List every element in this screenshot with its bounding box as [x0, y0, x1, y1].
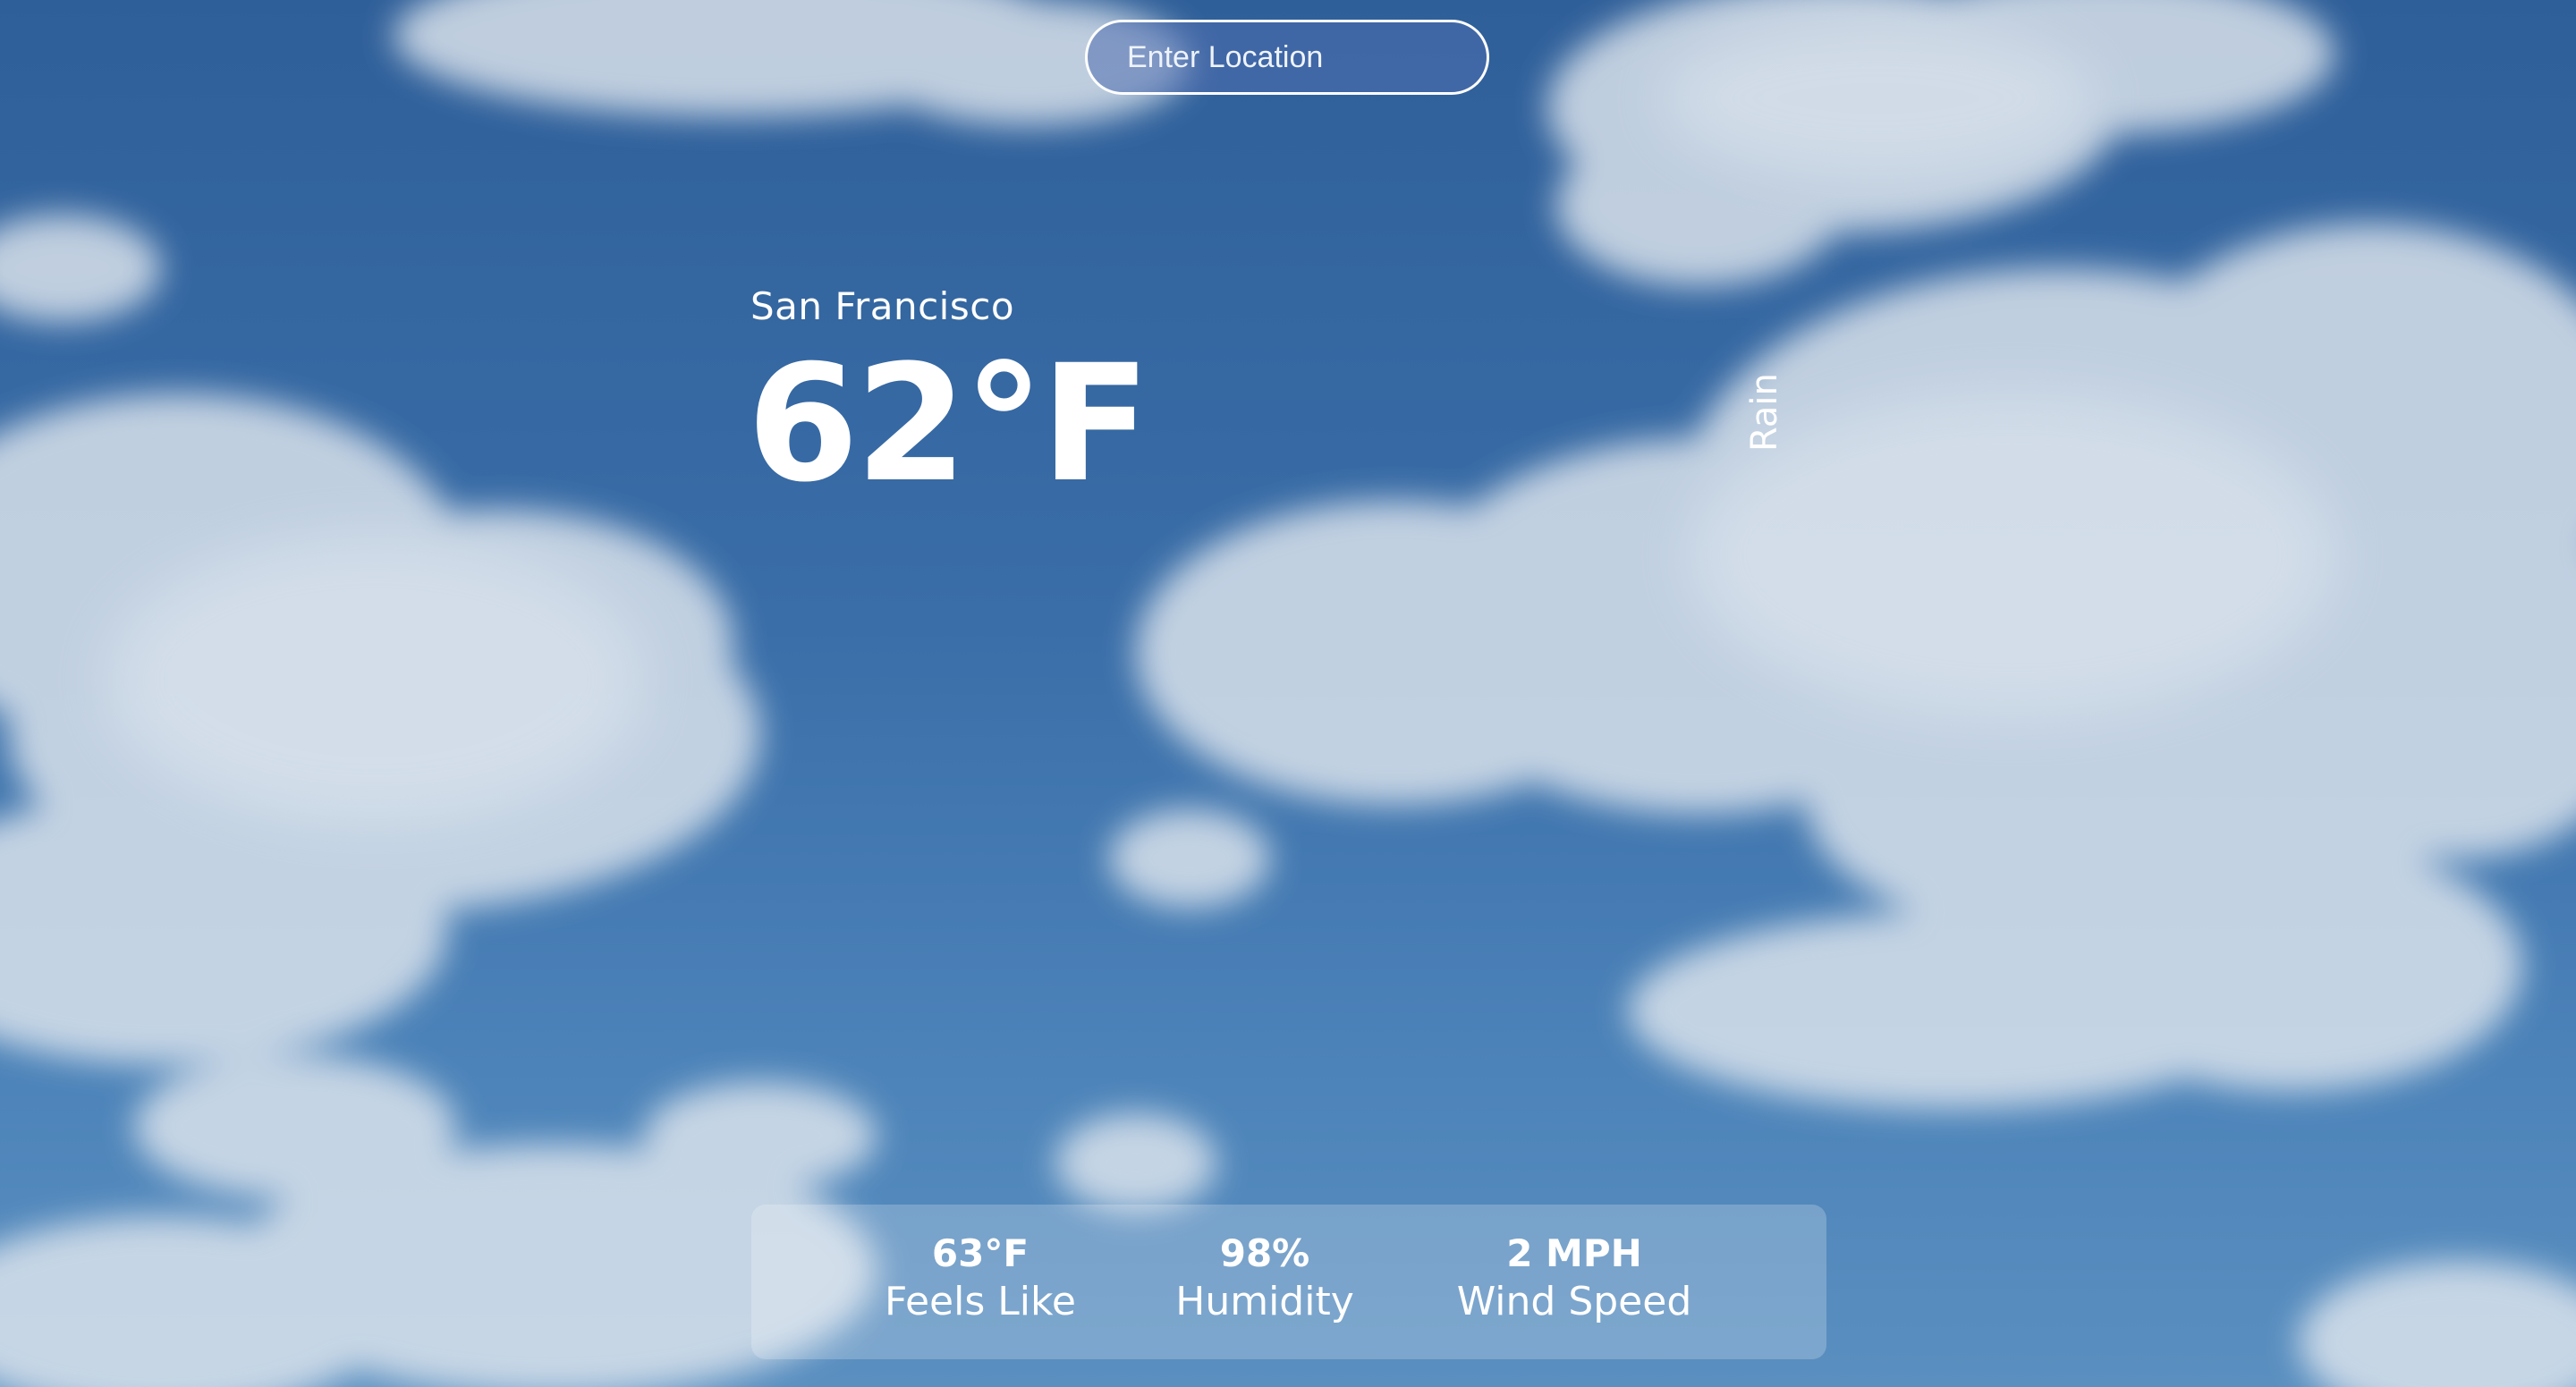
- feels-like-value: 63°F: [931, 1231, 1030, 1275]
- location-search-input[interactable]: [1085, 20, 1489, 95]
- current-temperature: 62°F: [747, 331, 1150, 518]
- humidity-value: 98%: [1219, 1231, 1310, 1275]
- weather-stats-panel: 63°F Feels Like 98% Humidity 2 MPH Wind …: [751, 1205, 1826, 1359]
- feels-like-label: Feels Like: [885, 1279, 1076, 1325]
- city-name: San Francisco: [750, 284, 1015, 328]
- cloudy-sky-background: [0, 0, 2576, 1387]
- wind-speed-stat: 2 MPH Wind Speed: [1457, 1231, 1692, 1328]
- location-search: [1085, 20, 1489, 95]
- humidity-label: Humidity: [1175, 1279, 1354, 1325]
- wind-speed-value: 2 MPH: [1506, 1231, 1642, 1275]
- humidity-stat: 98% Humidity: [1175, 1231, 1354, 1328]
- feels-like-stat: 63°F Feels Like: [885, 1231, 1076, 1328]
- weather-condition: Rain: [1744, 373, 1785, 452]
- wind-speed-label: Wind Speed: [1456, 1279, 1692, 1325]
